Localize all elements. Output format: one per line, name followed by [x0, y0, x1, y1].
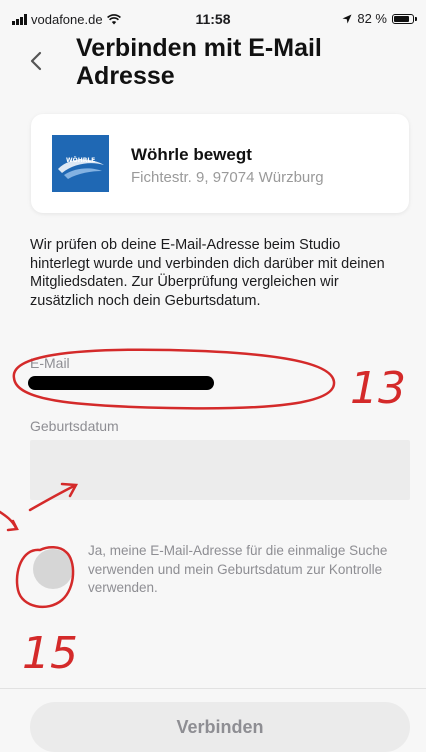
page-title: Verbinden mit E-Mail Adresse	[76, 34, 322, 90]
birthdate-label: Geburtsdatum	[30, 418, 119, 434]
chevron-left-icon	[30, 51, 42, 71]
email-label: E-Mail	[30, 355, 70, 371]
birthdate-field[interactable]	[30, 440, 410, 500]
battery-icon	[392, 13, 417, 24]
battery-percent: 82 %	[357, 11, 387, 26]
studio-logo-graphic: WÖHRLE	[52, 135, 109, 192]
redaction-mark	[28, 376, 214, 390]
connect-button[interactable]: Verbinden	[30, 702, 410, 752]
annotation-arrow-left	[0, 510, 19, 532]
studio-address: Fichtestr. 9, 97074 Würzburg	[131, 169, 324, 186]
bottom-divider	[0, 688, 426, 689]
status-bar: vodafone.de 11:58 82 %	[0, 0, 426, 34]
studio-logo: WÖHRLE	[52, 135, 109, 192]
annotation-label-15: 15	[22, 628, 78, 679]
consent-checkbox[interactable]	[33, 549, 73, 589]
studio-card: WÖHRLE Wöhrle bewegt Fichtestr. 9, 97074…	[31, 114, 409, 213]
location-arrow-icon	[342, 14, 352, 23]
status-right: 82 %	[342, 11, 417, 26]
studio-logo-text: WÖHRLE	[66, 157, 95, 164]
description-text: Wir prüfen ob deine E-Mail-Adresse beim …	[30, 237, 385, 309]
consent-text: Ja, meine E-Mail-Adresse für die einmali…	[88, 543, 388, 595]
studio-name: Wöhrle bewegt	[131, 145, 252, 164]
back-button[interactable]	[24, 40, 54, 80]
annotation-overlay: 13 15	[0, 348, 406, 679]
